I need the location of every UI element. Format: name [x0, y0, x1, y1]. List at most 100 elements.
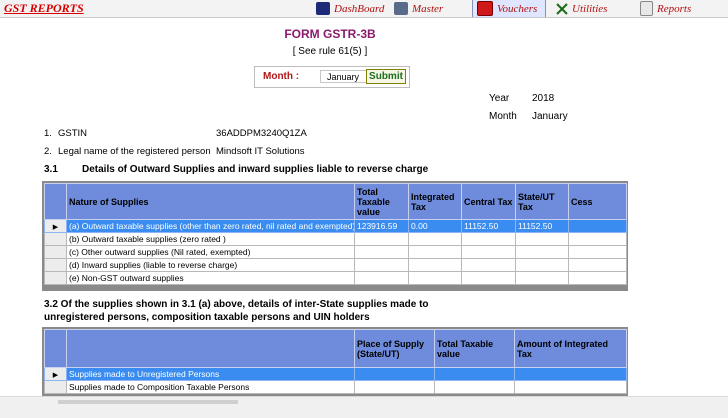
menu-dashboard[interactable]: DashBoard [316, 0, 384, 17]
gstin-label: GSTIN [58, 128, 88, 139]
table-row[interactable]: (c) Other outward supplies (Nil rated, e… [44, 245, 627, 259]
cell-supply-type[interactable]: Supplies made to Unregistered Persons [66, 367, 355, 381]
cell-integrated-tax[interactable] [408, 258, 462, 272]
col-state-ut-tax: State/UT Tax [515, 183, 569, 220]
section-32-header-row: Place of Supply (State/UT) Total Taxable… [44, 329, 627, 368]
cell-state-ut-tax[interactable] [515, 258, 569, 272]
cell-integrated-tax[interactable]: 0.00 [408, 219, 462, 233]
cell-integrated-tax[interactable] [408, 271, 462, 285]
top-menu-bar: GST REPORTS DashBoard Master Vouchers Ut… [0, 0, 728, 18]
col-nature-of-supplies: Nature of Supplies [66, 183, 355, 220]
cell-cess[interactable] [568, 245, 627, 259]
cell-central-tax[interactable] [461, 258, 516, 272]
row-selector-header [44, 183, 67, 220]
cell-central-tax[interactable] [461, 271, 516, 285]
month-value: January [532, 111, 568, 122]
col-supply-type [66, 329, 355, 368]
row-selector[interactable] [44, 380, 67, 394]
cell-integrated-tax[interactable] [408, 232, 462, 246]
row-selector[interactable] [44, 245, 67, 259]
table-row[interactable]: (e) Non-GST outward supplies [44, 271, 627, 285]
row-selector[interactable] [44, 271, 67, 285]
cell-total-taxable[interactable] [434, 380, 515, 394]
cell-total-taxable[interactable] [354, 232, 409, 246]
menu-reports-label: Reports [657, 2, 692, 15]
gstin-value: 36ADDPM3240Q1ZA [216, 128, 307, 139]
submit-button[interactable]: Submit [366, 69, 406, 84]
legal-name-number: 2. [44, 146, 52, 157]
cell-central-tax[interactable] [461, 245, 516, 259]
master-icon [394, 2, 408, 15]
rule-reference: [ See rule 61(5) ] [292, 46, 368, 57]
horizontal-scrollbar[interactable] [0, 396, 728, 418]
vouchers-icon [477, 1, 493, 16]
cell-state-ut-tax[interactable] [515, 232, 569, 246]
cell-total-taxable[interactable] [354, 258, 409, 272]
cell-state-ut-tax[interactable] [515, 271, 569, 285]
cell-central-tax[interactable]: 11152.50 [461, 219, 516, 233]
table-row[interactable]: ▶ Supplies made to Unregistered Persons [44, 367, 627, 381]
col-cess: Cess [568, 183, 627, 220]
cell-total-taxable[interactable] [434, 367, 515, 381]
col-place-of-supply: Place of Supply (State/UT) [354, 329, 435, 368]
col-total-taxable-value: Total Taxable value [354, 183, 409, 220]
col-central-tax: Central Tax [461, 183, 516, 220]
year-label: Year [489, 93, 510, 104]
col-total-taxable-value: Total Taxable value [434, 329, 515, 368]
cell-cess[interactable] [568, 232, 627, 246]
cell-place-of-supply[interactable] [354, 380, 435, 394]
cell-nature[interactable]: (b) Outward taxable supplies (zero rated… [66, 232, 355, 246]
row-selector[interactable]: ▶ [44, 367, 67, 381]
cell-integrated-tax[interactable] [514, 367, 627, 381]
cell-nature[interactable]: (d) Inward supplies (liable to reverse c… [66, 258, 355, 272]
menu-master-label: Master [412, 2, 444, 15]
cell-cess[interactable] [568, 219, 627, 233]
section-31-number: 3.1 [44, 164, 58, 175]
menu-vouchers[interactable]: Vouchers [472, 0, 547, 17]
table-row[interactable]: ▶ (a) Outward taxable supplies (other th… [44, 219, 627, 233]
year-value: 2018 [532, 93, 555, 104]
menu-reports[interactable]: Reports [640, 0, 691, 17]
row-selector[interactable]: ▶ [44, 219, 67, 233]
menu-utilities[interactable]: Utilities [556, 0, 607, 17]
row-selector-header [44, 329, 67, 368]
row-pointer-icon: ▶ [52, 224, 59, 231]
month-label-period: Month [489, 111, 517, 122]
cell-state-ut-tax[interactable]: 11152.50 [515, 219, 569, 233]
section-31-title: Details of Outward Supplies and inward s… [82, 164, 429, 175]
col-amount-integrated-tax: Amount of Integrated Tax [514, 329, 627, 368]
cell-total-taxable[interactable] [354, 245, 409, 259]
cell-cess[interactable] [568, 271, 627, 285]
cell-nature[interactable]: (c) Other outward supplies (Nil rated, e… [66, 245, 355, 259]
cell-supply-type[interactable]: Supplies made to Composition Taxable Per… [66, 380, 355, 394]
table-row[interactable]: (b) Outward taxable supplies (zero rated… [44, 232, 627, 246]
col-integrated-tax: Integrated Tax [408, 183, 462, 220]
section-32-title-line2: unregistered persons, composition taxabl… [44, 312, 370, 323]
row-selector[interactable] [44, 232, 67, 246]
cell-cess[interactable] [568, 258, 627, 272]
section-32-table: Place of Supply (State/UT) Total Taxable… [44, 329, 627, 394]
cell-total-taxable[interactable]: 123916.59 [354, 219, 409, 233]
table-row[interactable]: Supplies made to Composition Taxable Per… [44, 380, 627, 394]
cell-central-tax[interactable] [461, 232, 516, 246]
section-32-title-line1: 3.2 Of the supplies shown in 3.1 (a) abo… [44, 299, 429, 310]
section-31-table: Nature of Supplies Total Taxable value I… [44, 183, 627, 285]
dashboard-icon [316, 2, 330, 15]
month-select-value: January [327, 72, 360, 82]
section-31-header-row: Nature of Supplies Total Taxable value I… [44, 183, 627, 220]
row-selector[interactable] [44, 258, 67, 272]
cell-state-ut-tax[interactable] [515, 245, 569, 259]
cell-place-of-supply[interactable] [354, 367, 435, 381]
app-title-link[interactable]: GST REPORTS [4, 1, 84, 16]
table-row[interactable]: (d) Inward supplies (liable to reverse c… [44, 258, 627, 272]
cell-integrated-tax[interactable] [408, 245, 462, 259]
row-pointer-icon: ▶ [52, 372, 59, 379]
menu-vouchers-label: Vouchers [497, 2, 538, 15]
form-title: FORM GSTR-3B [284, 27, 376, 41]
cell-total-taxable[interactable] [354, 271, 409, 285]
cell-nature[interactable]: (a) Outward taxable supplies (other than… [66, 219, 355, 233]
scrollbar-thumb[interactable] [58, 400, 238, 404]
cell-integrated-tax[interactable] [514, 380, 627, 394]
menu-master[interactable]: Master [394, 0, 443, 17]
cell-nature[interactable]: (e) Non-GST outward supplies [66, 271, 355, 285]
